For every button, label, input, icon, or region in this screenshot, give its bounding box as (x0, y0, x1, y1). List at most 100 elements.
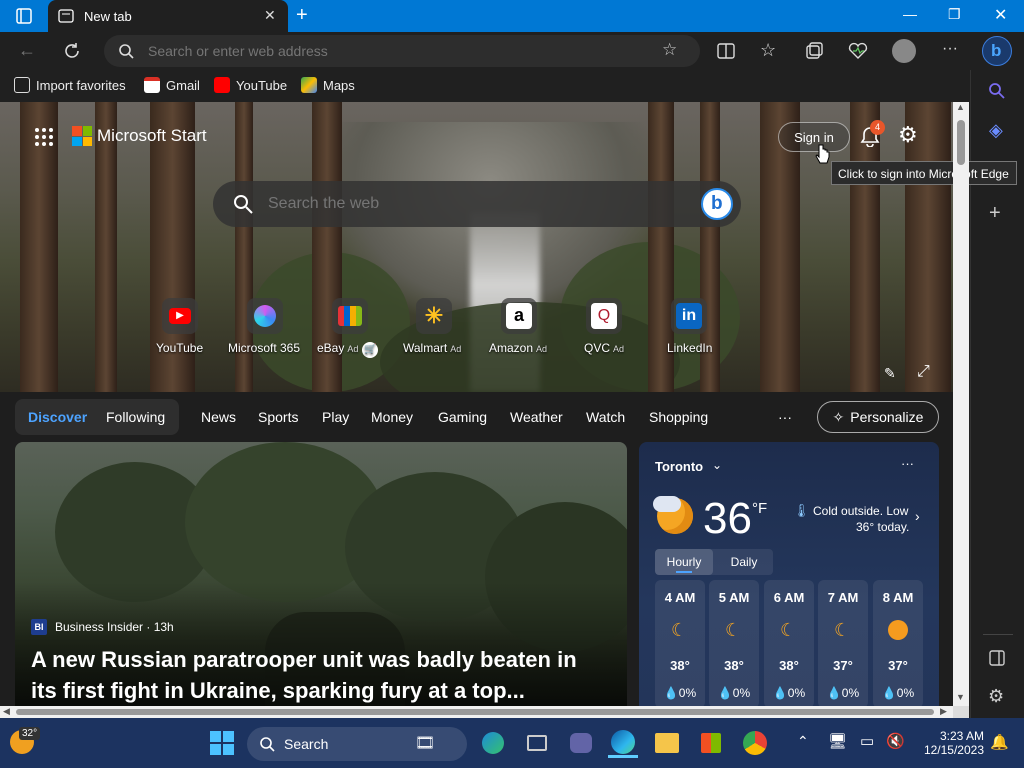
close-window-button[interactable]: ✕ (994, 5, 1007, 25)
tab-following[interactable]: Following (106, 409, 165, 425)
more-tabs-button[interactable]: ··· (778, 409, 792, 425)
hourly-forecast-item[interactable]: 7 AM ☾ 37° 💧0% (818, 580, 868, 708)
scroll-right-arrow[interactable]: ▶ (940, 706, 947, 717)
app-launcher-icon[interactable] (35, 128, 53, 146)
sidebar-copilot-icon[interactable]: ◈ (989, 120, 1003, 141)
settings-more-icon[interactable]: ··· (942, 40, 958, 58)
microsoft-store-icon[interactable] (696, 728, 726, 758)
hourly-forecast-item[interactable]: 5 AM ☾ 38° 💧0% (709, 580, 759, 708)
tab-daily[interactable]: Daily (719, 549, 769, 575)
tab-new-tab[interactable]: New tab ✕ (48, 0, 288, 32)
favorite-import[interactable]: Import favorites (14, 77, 126, 93)
bing-chat-button[interactable]: b (701, 188, 733, 220)
vertical-scrollbar[interactable]: ▲ ▼ (953, 102, 969, 706)
tab-money[interactable]: Money (371, 409, 413, 425)
favorite-label: Import favorites (36, 77, 126, 93)
news-headline-line2[interactable]: its first fight in Ukraine, sparking fur… (31, 678, 525, 704)
volume-muted-icon[interactable]: 🔇 (886, 732, 905, 750)
edge-preview-taskbar-icon[interactable] (478, 728, 508, 758)
favorite-star-icon[interactable]: ☆ (662, 40, 677, 60)
copilot-button[interactable]: b (982, 36, 1012, 66)
browser-essentials-icon[interactable] (848, 42, 868, 60)
sign-in-button[interactable]: Sign in (778, 122, 850, 152)
taskbar-search[interactable]: Search 🎞 (247, 727, 467, 761)
horizontal-scrollbar[interactable]: ◀ ▶ (0, 706, 953, 718)
taskbar-clock[interactable]: 3:23 AM 12/15/2023 (914, 729, 984, 757)
chevron-down-icon[interactable]: ⌄ (712, 458, 722, 472)
hourly-forecast-item[interactable]: 8 AM 37° 💧0% (873, 580, 923, 708)
scroll-down-arrow[interactable]: ▼ (956, 692, 965, 702)
hourly-forecast-item[interactable]: 6 AM ☾ 38° 💧0% (764, 580, 814, 708)
collections-icon[interactable] (805, 42, 823, 60)
scroll-left-arrow[interactable]: ◀ (3, 706, 10, 717)
split-screen-icon[interactable] (717, 42, 735, 60)
quicklink-amazon[interactable]: a (501, 298, 537, 334)
quicklink-youtube[interactable]: ▶ (162, 298, 198, 334)
sidebar-search-icon[interactable] (988, 82, 1006, 100)
hide-sidebar-icon[interactable] (989, 650, 1005, 666)
settings-gear-icon[interactable]: ⚙ (898, 122, 918, 148)
sidebar-settings-icon[interactable]: ⚙ (988, 686, 1004, 707)
scroll-thumb[interactable] (957, 120, 965, 165)
tab-discover[interactable]: Discover (28, 409, 87, 425)
web-search-input[interactable] (268, 194, 668, 214)
personalize-button[interactable]: ✧ Personalize (817, 401, 939, 433)
notification-center-bell-icon[interactable]: 🔔 (990, 733, 1009, 751)
microsoft365-icon (254, 305, 276, 327)
ad-badge: Ad (450, 344, 462, 354)
news-headline-line1[interactable]: A new Russian paratrooper unit was badly… (31, 647, 577, 673)
brand-title[interactable]: Microsoft Start (97, 126, 207, 146)
quicklink-linkedin[interactable]: in (671, 298, 707, 334)
quicklink-microsoft365[interactable] (247, 298, 283, 334)
chrome-icon[interactable] (740, 728, 770, 758)
tab-news[interactable]: News (201, 409, 236, 425)
shopping-cart-icon[interactable]: 🛒 (362, 342, 379, 358)
restore-button[interactable]: ❐ (948, 6, 961, 23)
address-bar[interactable]: ☆ (104, 35, 700, 67)
news-source[interactable]: Business Insider · 13h (55, 620, 174, 634)
tab-actions-icon[interactable] (16, 8, 32, 24)
file-explorer-icon[interactable] (652, 728, 682, 758)
scroll-up-arrow[interactable]: ▲ (956, 102, 965, 112)
back-button[interactable]: ← (18, 40, 36, 61)
show-hidden-icons-chevron[interactable]: ⌃ (797, 733, 809, 750)
scroll-thumb[interactable] (16, 709, 934, 715)
tab-shopping[interactable]: Shopping (649, 409, 708, 425)
sidebar-divider (983, 634, 1013, 635)
refresh-icon[interactable] (62, 41, 82, 61)
minimize-button[interactable]: — (903, 6, 917, 22)
weather-more-button[interactable]: ··· (901, 456, 914, 471)
tab-close-icon[interactable]: ✕ (264, 7, 276, 24)
edge-taskbar-icon[interactable] (608, 728, 638, 758)
edit-background-icon[interactable]: ✎ (884, 365, 896, 382)
tab-weather[interactable]: Weather (510, 409, 563, 425)
tab-gaming[interactable]: Gaming (438, 409, 487, 425)
tab-watch[interactable]: Watch (586, 409, 625, 425)
teams-chat-icon[interactable] (566, 728, 596, 758)
profile-avatar[interactable] (892, 39, 916, 63)
new-tab-button[interactable]: + (296, 4, 308, 27)
tab-play[interactable]: Play (322, 409, 349, 425)
expand-icon[interactable]: ⤢ (917, 363, 930, 381)
task-view-icon[interactable] (522, 728, 552, 758)
news-card[interactable]: BI Business Insider · 13h A new Russian … (15, 442, 627, 708)
favorite-gmail[interactable]: Gmail (144, 77, 200, 93)
quicklink-walmart[interactable]: ✳ (416, 298, 452, 334)
address-input[interactable] (148, 42, 628, 60)
quicklink-ebay[interactable] (332, 298, 368, 334)
sidebar-add-icon[interactable]: + (989, 202, 1001, 225)
moon-icon: ☾ (725, 620, 742, 640)
weather-city[interactable]: Toronto (655, 459, 703, 474)
windows-start-icon[interactable] (210, 731, 234, 755)
network-icon[interactable]: 🖥 (828, 732, 847, 750)
favorite-maps[interactable]: Maps (301, 77, 355, 93)
quicklink-qvc[interactable]: Q (586, 298, 622, 334)
web-search-box[interactable]: b (213, 181, 741, 227)
quicklink-label-amazon: Amazon Ad (489, 341, 547, 355)
display-icon[interactable]: ▭ (860, 732, 874, 750)
chevron-right-icon[interactable]: › (915, 508, 920, 524)
favorites-icon[interactable]: ☆ (760, 40, 776, 61)
favorite-youtube[interactable]: YouTube (214, 77, 287, 93)
hourly-forecast-item[interactable]: 4 AM ☾ 38° 💧0% (655, 580, 705, 708)
tab-sports[interactable]: Sports (258, 409, 298, 425)
